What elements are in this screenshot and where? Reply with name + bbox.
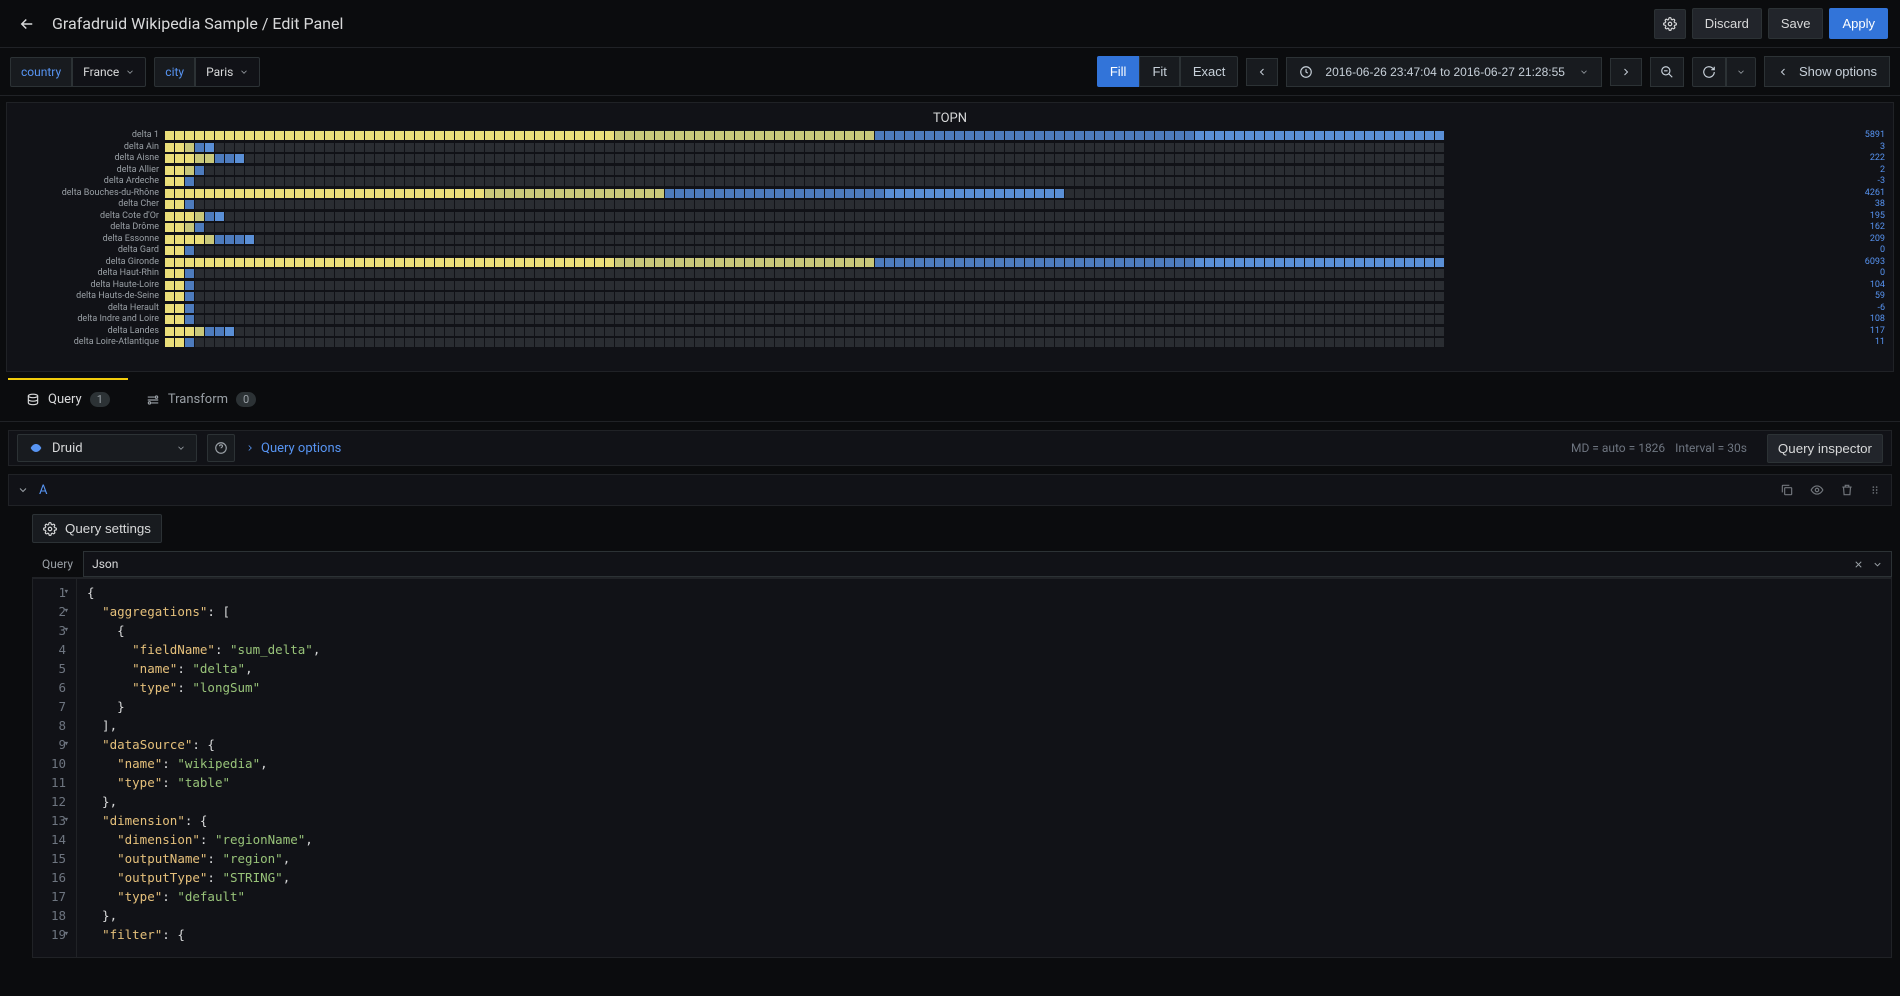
toggle-query-icon[interactable]	[1807, 483, 1827, 497]
discard-button[interactable]: Discard	[1692, 8, 1762, 39]
clear-icon[interactable]	[1853, 559, 1864, 570]
breadcrumb: Grafadruid Wikipedia Sample / Edit Panel	[52, 14, 343, 33]
var-country-select[interactable]: France	[72, 57, 146, 87]
fill-button[interactable]: Fill	[1097, 56, 1140, 87]
refresh-button[interactable]	[1692, 57, 1726, 87]
tab-transform-count: 0	[236, 392, 256, 407]
save-button[interactable]: Save	[1768, 8, 1824, 39]
var-city-label: city	[154, 57, 195, 87]
back-icon[interactable]	[12, 9, 42, 39]
exact-button[interactable]: Exact	[1180, 56, 1239, 87]
editor-header: Query Json	[32, 551, 1892, 578]
editor-format-field[interactable]: Json	[83, 551, 1892, 577]
panel-visualization: TOPN delta 1delta Aindelta Aisnedelta Al…	[6, 102, 1894, 372]
query-meta-interval: Interval = 30s	[1675, 441, 1747, 455]
viz-series-labels: delta 1delta Aindelta Aisnedelta Allierd…	[15, 130, 165, 349]
query-row-header: A	[8, 474, 1892, 506]
query-options-toggle[interactable]: Query options	[245, 441, 341, 456]
tab-transform-label: Transform	[168, 392, 228, 407]
duplicate-query-icon[interactable]	[1777, 483, 1797, 497]
chevron-down-icon[interactable]	[17, 484, 29, 496]
viz-grid	[165, 130, 1825, 349]
tab-query-label: Query	[48, 392, 82, 407]
editor-query-label: Query	[32, 551, 83, 577]
query-inspector-button[interactable]: Query inspector	[1767, 434, 1883, 463]
time-next-button[interactable]	[1610, 58, 1642, 86]
query-meta-md: MD = auto = 1826	[1571, 441, 1665, 455]
viz-series-values: 589132222-342613819516220906093010459-61…	[1825, 130, 1885, 349]
tab-transform[interactable]: Transform 0	[128, 378, 274, 421]
panel-title: TOPN	[7, 103, 1893, 130]
drag-query-icon[interactable]	[1867, 483, 1883, 497]
table-view-group: Fill Fit Exact	[1097, 56, 1239, 87]
datasource-help-button[interactable]	[207, 434, 235, 462]
var-country-label: country	[10, 57, 72, 87]
page-header: Grafadruid Wikipedia Sample / Edit Panel…	[0, 0, 1900, 48]
fit-button[interactable]: Fit	[1139, 56, 1179, 87]
time-range-picker[interactable]: 2016-06-26 23:47:04 to 2016-06-27 21:28:…	[1286, 57, 1602, 87]
toolbar: country France city Paris Fill Fit Exact…	[0, 48, 1900, 96]
settings-button[interactable]	[1654, 9, 1686, 39]
show-options-button[interactable]: Show options	[1764, 56, 1890, 87]
time-prev-button[interactable]	[1246, 58, 1278, 86]
query-settings-row: Query settings	[32, 514, 1892, 543]
tab-query-count: 1	[90, 392, 110, 407]
tab-query[interactable]: Query 1	[8, 378, 128, 421]
query-options-bar: Druid Query options MD = auto = 1826 Int…	[8, 430, 1892, 466]
datasource-select[interactable]: Druid	[17, 434, 197, 462]
query-tabs: Query 1 Transform 0	[0, 378, 1900, 422]
query-ref-id[interactable]: A	[39, 483, 47, 498]
chevron-down-icon[interactable]	[1872, 559, 1883, 570]
zoom-out-button[interactable]	[1650, 57, 1684, 87]
refresh-group	[1692, 57, 1756, 87]
delete-query-icon[interactable]	[1837, 483, 1857, 497]
query-settings-button[interactable]: Query settings	[32, 514, 162, 543]
code-editor[interactable]: 12345678910111213141516171819 { "aggrega…	[32, 578, 1892, 958]
refresh-interval-button[interactable]	[1726, 57, 1756, 87]
var-city-select[interactable]: Paris	[195, 57, 260, 87]
apply-button[interactable]: Apply	[1829, 8, 1888, 39]
